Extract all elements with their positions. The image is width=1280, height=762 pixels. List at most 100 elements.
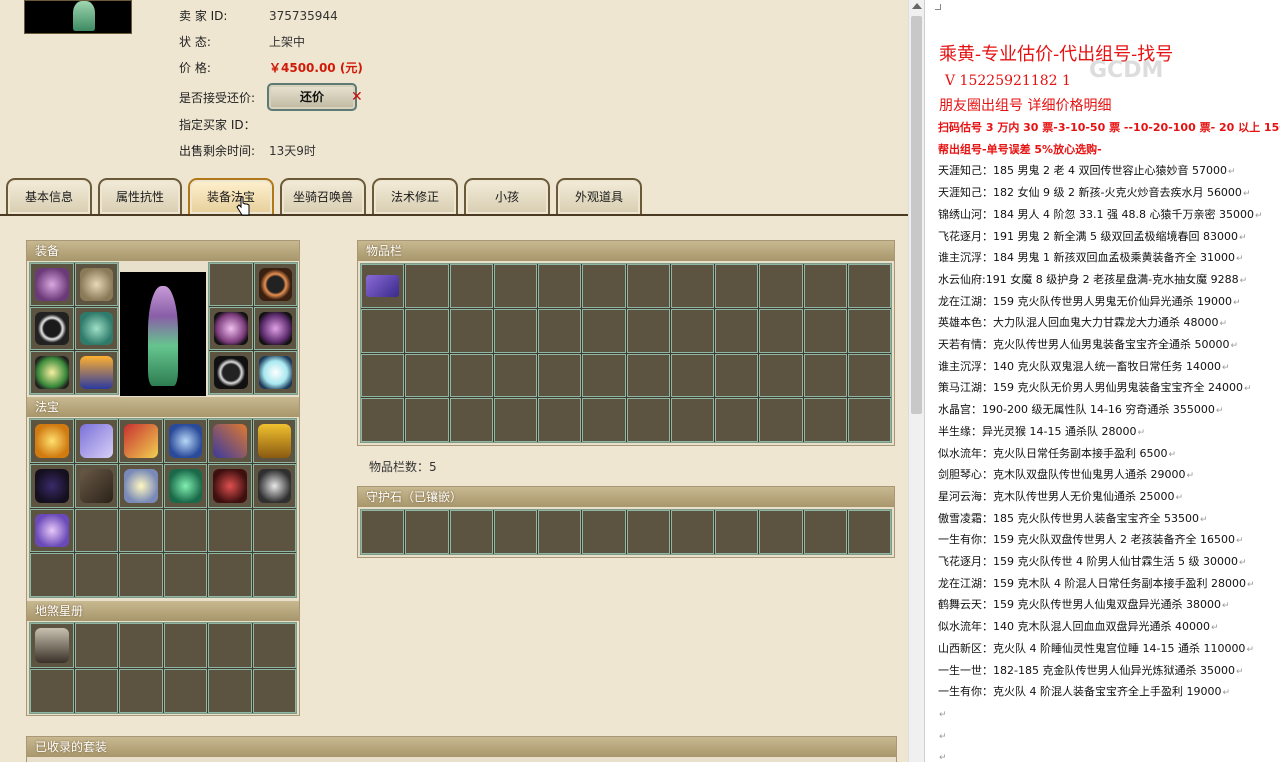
inventory-slot[interactable] (405, 398, 449, 442)
inventory-slot[interactable] (493, 398, 537, 442)
treasure-slot[interactable] (119, 419, 163, 463)
star-book-slot[interactable] (119, 623, 163, 668)
tab-spell-correction[interactable]: 法术修正 (372, 178, 458, 214)
inventory-slot[interactable] (670, 398, 714, 442)
equipment-slot[interactable] (209, 263, 253, 306)
treasure-slot[interactable] (119, 463, 163, 508)
guard-stone-slot[interactable] (670, 510, 714, 554)
star-book-slot[interactable] (163, 668, 207, 713)
star-book-slot[interactable] (252, 668, 296, 713)
treasure-slot[interactable] (74, 419, 118, 463)
inventory-slot[interactable] (361, 398, 405, 442)
equipment-slot[interactable] (209, 307, 253, 350)
inventory-slot[interactable] (626, 308, 670, 353)
inventory-slot[interactable] (670, 353, 714, 398)
equipment-slot[interactable] (74, 307, 118, 350)
inventory-slot[interactable] (538, 264, 582, 308)
treasure-slot[interactable] (252, 553, 296, 597)
treasure-slot[interactable] (74, 463, 118, 508)
tab-attributes[interactable]: 属性抗性 (98, 178, 182, 214)
star-book-slot[interactable] (30, 668, 74, 713)
tab-children[interactable]: 小孩 (464, 178, 550, 214)
equipment-slot[interactable] (30, 263, 74, 306)
treasure-slot[interactable] (252, 463, 296, 508)
inventory-slot[interactable] (405, 264, 449, 308)
guard-stone-slot[interactable] (847, 510, 891, 554)
scrollbar-thumb[interactable] (911, 16, 922, 414)
treasure-slot[interactable] (119, 508, 163, 553)
inventory-slot[interactable] (759, 398, 803, 442)
guard-stone-slot[interactable] (759, 510, 803, 554)
inventory-slot[interactable] (449, 353, 493, 398)
inventory-slot[interactable] (538, 308, 582, 353)
inventory-slot[interactable] (803, 264, 847, 308)
inventory-slot[interactable] (759, 353, 803, 398)
inventory-slot[interactable] (582, 398, 626, 442)
treasure-slot[interactable] (163, 553, 207, 597)
star-book-slot[interactable] (208, 668, 252, 713)
inventory-slot[interactable] (449, 264, 493, 308)
inventory-slot[interactable] (493, 353, 537, 398)
inventory-slot[interactable] (582, 264, 626, 308)
guard-stone-slot[interactable] (803, 510, 847, 554)
guard-stone-slot[interactable] (626, 510, 670, 554)
treasure-slot[interactable] (208, 419, 252, 463)
equipment-slot[interactable] (253, 307, 297, 350)
inventory-slot[interactable] (670, 308, 714, 353)
inventory-slot[interactable] (759, 308, 803, 353)
inventory-slot[interactable] (449, 398, 493, 442)
treasure-slot[interactable] (74, 508, 118, 553)
treasure-slot[interactable] (30, 508, 74, 553)
inventory-slot[interactable] (405, 308, 449, 353)
inventory-slot[interactable] (405, 353, 449, 398)
inventory-slot[interactable] (538, 353, 582, 398)
inventory-slot[interactable] (847, 308, 891, 353)
inventory-slot[interactable] (493, 264, 537, 308)
counter-offer-button[interactable]: 还价 (267, 83, 357, 111)
inventory-slot[interactable] (626, 264, 670, 308)
scroll-up-icon[interactable] (912, 3, 922, 9)
treasure-slot[interactable] (30, 553, 74, 597)
star-book-slot[interactable] (163, 623, 207, 668)
treasure-slot[interactable] (252, 508, 296, 553)
inventory-slot[interactable] (582, 308, 626, 353)
inventory-slot[interactable] (626, 353, 670, 398)
treasure-slot[interactable] (252, 419, 296, 463)
inventory-slot[interactable] (847, 353, 891, 398)
guard-stone-slot[interactable] (361, 510, 405, 554)
star-book-slot[interactable] (208, 623, 252, 668)
treasure-slot[interactable] (163, 508, 207, 553)
inventory-slot[interactable] (538, 398, 582, 442)
tab-basic-info[interactable]: 基本信息 (6, 178, 92, 214)
treasure-slot[interactable] (74, 553, 118, 597)
inventory-slot[interactable] (715, 308, 759, 353)
guard-stone-slot[interactable] (715, 510, 759, 554)
inventory-slot[interactable] (847, 264, 891, 308)
inventory-slot[interactable] (582, 353, 626, 398)
treasure-slot[interactable] (163, 463, 207, 508)
inventory-slot[interactable] (626, 398, 670, 442)
page-scrollbar[interactable] (908, 0, 924, 762)
treasure-slot[interactable] (163, 419, 207, 463)
inventory-slot[interactable] (715, 264, 759, 308)
star-book-slot[interactable] (252, 623, 296, 668)
inventory-slot[interactable] (449, 308, 493, 353)
guard-stone-slot[interactable] (449, 510, 493, 554)
treasure-slot[interactable] (30, 419, 74, 463)
treasure-slot[interactable] (208, 553, 252, 597)
inventory-slot[interactable] (759, 264, 803, 308)
treasure-slot[interactable] (30, 463, 74, 508)
tab-mounts-pets[interactable]: 坐骑召唤兽 (280, 178, 366, 214)
treasure-slot[interactable] (208, 508, 252, 553)
guard-stone-slot[interactable] (538, 510, 582, 554)
inventory-slot[interactable] (847, 398, 891, 442)
equipment-slot[interactable] (74, 263, 118, 306)
equipment-slot[interactable] (253, 351, 297, 394)
guard-stone-slot[interactable] (405, 510, 449, 554)
star-book-slot[interactable] (119, 668, 163, 713)
star-book-slot[interactable] (74, 623, 118, 668)
inventory-slot[interactable] (361, 264, 405, 308)
star-book-slot[interactable] (30, 623, 74, 668)
inventory-slot[interactable] (361, 353, 405, 398)
treasure-slot[interactable] (208, 463, 252, 508)
